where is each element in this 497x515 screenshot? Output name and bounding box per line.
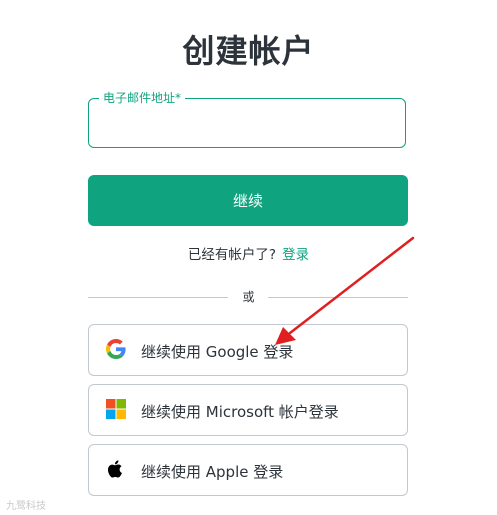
watermark: 九鹭科技	[6, 501, 46, 512]
email-input[interactable]	[89, 99, 405, 147]
continue-button[interactable]: 继续	[88, 175, 408, 226]
google-icon	[106, 339, 126, 359]
google-login-button[interactable]: 继续使用 Google 登录	[88, 324, 408, 376]
apple-login-button[interactable]: 继续使用 Apple 登录	[88, 444, 408, 496]
google-login-label: 继续使用 Google 登录	[141, 343, 294, 361]
microsoft-login-button[interactable]: 继续使用 Microsoft 帐户登录	[88, 384, 408, 436]
divider-line-right	[268, 297, 408, 298]
microsoft-login-label: 继续使用 Microsoft 帐户登录	[141, 403, 339, 421]
page-title: 创建帐户	[182, 32, 315, 70]
login-prompt-text: 已经有帐户了?	[187, 247, 277, 263]
apple-icon	[106, 459, 126, 479]
email-field[interactable]: 电子邮件地址*	[88, 90, 406, 148]
divider-text: 或	[242, 290, 255, 304]
login-prompt: 已经有帐户了? 登录	[0, 243, 497, 263]
login-link[interactable]: 登录	[282, 247, 309, 263]
apple-login-label: 继续使用 Apple 登录	[141, 463, 284, 481]
microsoft-icon	[106, 399, 126, 419]
